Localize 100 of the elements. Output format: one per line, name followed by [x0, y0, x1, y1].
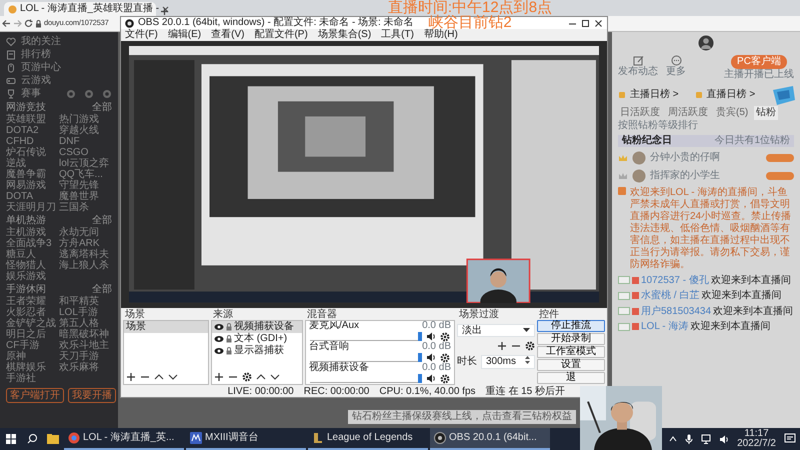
category-link[interactable]: 棋牌娱乐 [6, 362, 59, 373]
duration-field[interactable]: 300ms [481, 355, 535, 368]
more-icon[interactable] [670, 55, 682, 66]
category-link[interactable]: 逃离塔科夫 [59, 249, 112, 260]
transition-select[interactable]: 淡出 [457, 324, 535, 337]
gear-icon[interactable] [440, 374, 450, 384]
nav-link[interactable]: 赛事 [21, 88, 41, 100]
panel-tab[interactable]: 日活跃度 [618, 106, 662, 120]
nav-link[interactable]: 云游戏 [21, 74, 51, 86]
volume-slider[interactable] [310, 374, 422, 383]
edit-icon[interactable] [632, 55, 644, 66]
category-link[interactable]: DOTA [6, 191, 59, 202]
reload-icon[interactable] [24, 19, 33, 28]
menu-item[interactable]: 工具(T) [381, 29, 414, 41]
sidebar-button[interactable]: 客户端打开 [6, 388, 64, 403]
category-link[interactable]: QQ飞车... [59, 169, 112, 180]
category-link[interactable]: 手游社 [6, 373, 59, 384]
nav-link[interactable]: 我的关注 [21, 36, 61, 48]
category-link[interactable]: 娱乐游戏 [6, 271, 59, 282]
rank-link[interactable]: 直播日榜 > [706, 89, 756, 101]
lock-icon[interactable] [226, 334, 232, 342]
network-icon[interactable] [701, 434, 712, 444]
source-item[interactable]: 视频捕获设备 [212, 320, 302, 332]
category-link[interactable]: 三国杀 [59, 202, 112, 213]
category-link[interactable]: 逆战 [6, 158, 59, 169]
category-link[interactable]: 网易游戏 [6, 180, 59, 191]
control-button[interactable]: 退 [537, 372, 605, 384]
category-link[interactable]: 魔兽世界 [59, 191, 112, 202]
menu-item[interactable]: 文件(F) [125, 29, 158, 41]
category-link[interactable]: 第五人格 [59, 318, 112, 329]
chat-username[interactable]: 1072537 - 傻孔 [641, 274, 709, 286]
category-link[interactable]: 暗黑破坏神 [59, 329, 112, 340]
sidebar-button[interactable]: 我要开播 [68, 388, 116, 403]
add-icon[interactable] [126, 372, 136, 382]
gear-icon[interactable] [242, 372, 252, 382]
taskbar-app[interactable]: MXIII调音台 [186, 428, 306, 450]
more-link[interactable]: 全部 [92, 102, 112, 114]
chevron-icon[interactable] [669, 436, 678, 442]
chat-username[interactable]: 水蜜桃 / 白芷 [641, 290, 700, 302]
category-link[interactable]: lol云顶之弈 [59, 158, 112, 169]
control-button[interactable]: 工作室模式 [537, 346, 605, 358]
category-link[interactable]: CF手游 [6, 340, 59, 351]
category-link[interactable]: 英雄联盟 [6, 114, 59, 125]
eye-icon[interactable] [214, 322, 224, 330]
category-link[interactable]: 海上狼人杀 [59, 260, 112, 271]
action-label[interactable]: 发布动态 [618, 66, 658, 78]
eye-icon[interactable] [214, 334, 224, 342]
category-link[interactable]: 全面战争3 [6, 238, 59, 249]
control-button[interactable]: 开始录制 [537, 332, 605, 344]
fan-name[interactable]: 指挥家的小学生 [650, 170, 720, 182]
more-link[interactable]: 全部 [92, 214, 112, 226]
category-link[interactable]: 怪物猎人 [6, 260, 59, 271]
chat-username[interactable]: LOL - 海涛 [641, 321, 688, 332]
nav-link[interactable]: 排行榜 [21, 48, 51, 60]
menu-item[interactable]: 配置文件(P) [254, 29, 308, 41]
avatar-icon[interactable] [698, 35, 714, 51]
category-link[interactable]: DNF [59, 136, 112, 147]
category-link[interactable]: 欢乐麻将 [59, 362, 112, 373]
scene-item[interactable]: 场景 [124, 320, 208, 332]
slider-thumb[interactable] [418, 353, 422, 362]
taskbar-clock[interactable]: 11:17 2022/7/2 [737, 429, 776, 449]
panel-tab[interactable]: 贵宾(5) [714, 106, 750, 120]
category-link[interactable]: 天刀手游 [59, 351, 112, 362]
action-label[interactable]: 更多 [666, 66, 686, 78]
back-icon[interactable] [2, 19, 11, 28]
up-icon[interactable] [256, 372, 266, 382]
category-link[interactable]: 魔兽争霸 [6, 169, 59, 180]
category-link[interactable]: 火影忍者 [6, 307, 59, 318]
maximize-icon[interactable] [581, 18, 590, 28]
category-link[interactable]: 穿越火线 [59, 125, 112, 136]
nav-link[interactable]: 页游中心 [21, 62, 61, 74]
chat-username[interactable]: 用户581503434 [641, 306, 712, 317]
source-item[interactable]: 显示器捕获 [212, 344, 302, 356]
category-link[interactable]: 金铲铲之战 [6, 318, 59, 329]
down-icon[interactable] [168, 372, 178, 382]
category-link[interactable]: CFHD [6, 136, 59, 147]
lock-icon[interactable] [226, 322, 232, 330]
category-link[interactable]: 原神 [6, 351, 59, 362]
taskbar-app[interactable]: League of Legends [308, 428, 428, 450]
notification-icon[interactable] [784, 433, 796, 445]
panel-tab[interactable]: 钻粉 [754, 106, 778, 120]
category-link[interactable]: 明日之后 [6, 329, 59, 340]
volume-slider[interactable] [310, 353, 422, 362]
notification-toast[interactable]: 钻石粉丝主播保级赛线上线，点击查看三钻粉权益 [348, 410, 576, 424]
speaker-icon[interactable] [426, 332, 436, 341]
add-icon[interactable] [214, 372, 224, 382]
category-link[interactable]: 方舟ARK [59, 238, 112, 249]
microphone-icon[interactable] [685, 434, 694, 444]
category-link[interactable]: 守望先锋 [59, 180, 112, 191]
speaker-icon[interactable] [719, 434, 730, 444]
lock-icon[interactable] [226, 346, 232, 354]
taskbar-app[interactable]: OBS 20.0.1 (64bit... [430, 428, 550, 450]
category-link[interactable]: 热门游戏 [59, 114, 112, 125]
rank-link[interactable]: 主播日榜 > [630, 89, 679, 101]
category-link[interactable]: CSGO [59, 147, 112, 158]
category-link[interactable]: DOTA2 [6, 125, 59, 136]
slider-thumb[interactable] [418, 332, 422, 341]
volume-slider[interactable] [310, 332, 422, 341]
eye-icon[interactable] [214, 346, 224, 354]
category-link[interactable]: 糖豆人 [6, 249, 59, 260]
